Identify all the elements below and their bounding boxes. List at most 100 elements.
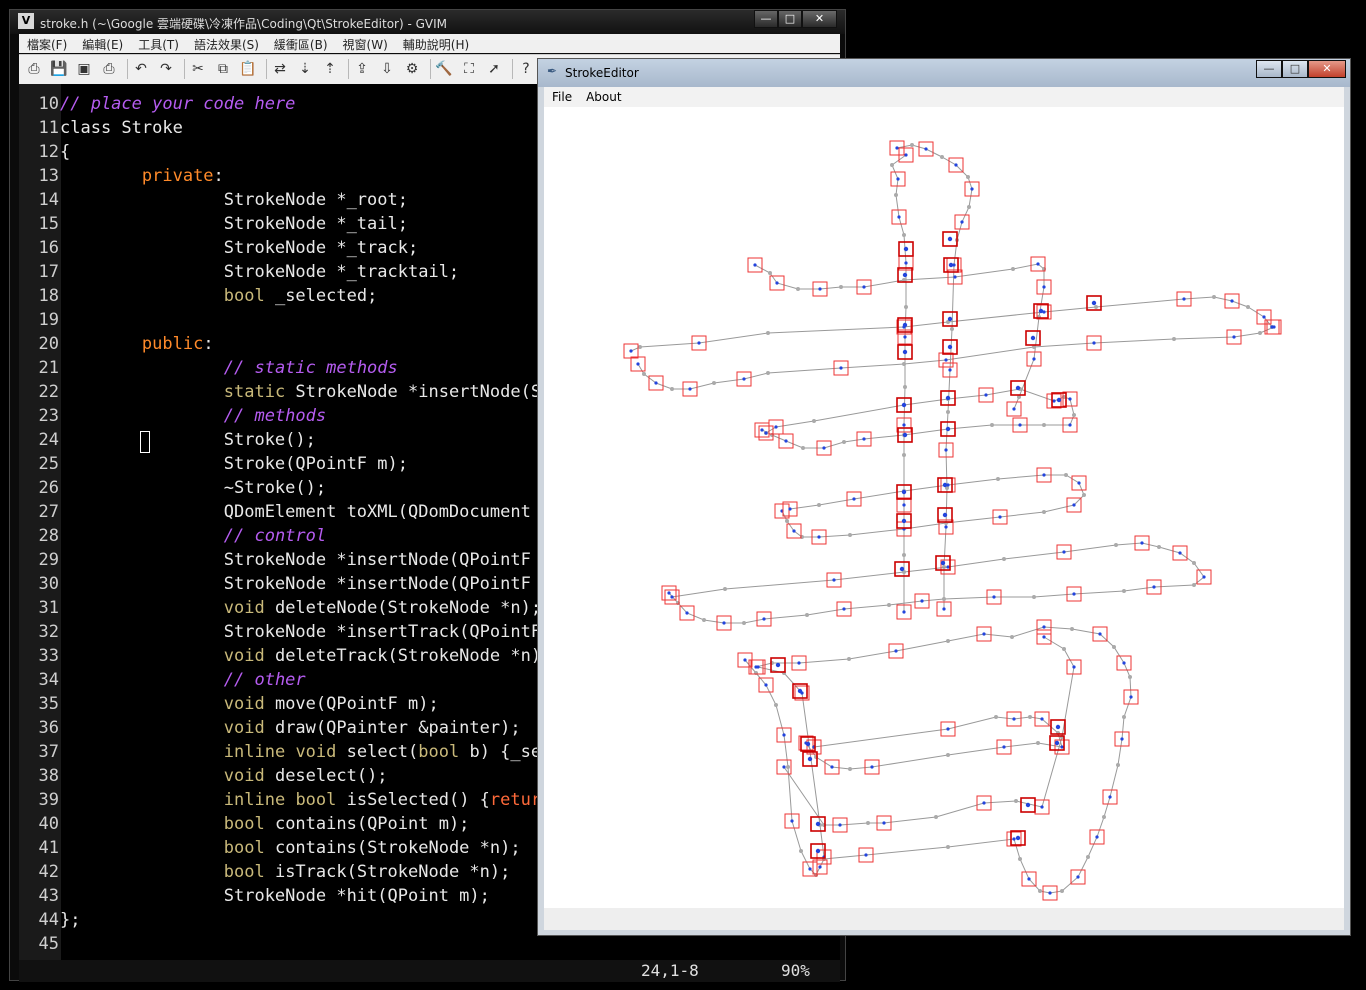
line-number: 38 xyxy=(38,766,59,786)
stroke-path xyxy=(754,263,1045,410)
find-next-icon[interactable]: ⇣ xyxy=(296,60,314,78)
line-number: 36 xyxy=(38,718,59,738)
line-number: 34 xyxy=(38,670,59,690)
node-point xyxy=(1012,717,1016,721)
node-point xyxy=(636,362,640,366)
menu-about[interactable]: About xyxy=(578,87,627,104)
redo-icon[interactable]: ↷ xyxy=(157,60,175,78)
node-point xyxy=(764,683,768,687)
help-icon[interactable]: ? xyxy=(517,60,535,78)
track-point xyxy=(887,603,891,607)
track-point xyxy=(799,849,803,853)
cut-icon[interactable]: ✂ xyxy=(189,60,207,78)
node-point xyxy=(743,658,747,662)
toolbar-separator xyxy=(512,59,513,79)
menu-buffers[interactable]: 緩衝區(B) xyxy=(266,34,335,53)
cursor-position: 24,1-8 xyxy=(641,961,699,980)
code-text: StrokeNode *insertNode(QPointF m xyxy=(60,574,552,594)
paste-icon[interactable]: 📋 xyxy=(239,60,257,78)
make-tags-icon[interactable]: ⛶ xyxy=(460,60,478,78)
track-point xyxy=(1060,889,1064,893)
track-point xyxy=(902,362,906,366)
replace-icon[interactable]: ⇄ xyxy=(271,60,289,78)
ctags-jump-icon[interactable]: ➚ xyxy=(485,60,503,78)
open-icon[interactable]: ⎙ xyxy=(25,60,43,78)
gvim-titlebar[interactable]: V stroke.h (~\Google 雲端硬碟\冷凍作品\Coding\Qt… xyxy=(10,10,845,34)
selected-node-point xyxy=(815,848,821,854)
code-text: QDomElement toXML(QDomDocument & xyxy=(60,502,552,522)
close-button[interactable]: ✕ xyxy=(802,10,837,28)
line-number: 17 xyxy=(38,262,59,282)
selected-node-point xyxy=(1091,300,1097,306)
track-point xyxy=(866,821,870,825)
track-point xyxy=(638,345,642,349)
menu-edit[interactable]: 編輯(E) xyxy=(74,34,130,53)
copy-icon[interactable]: ⧉ xyxy=(214,60,232,78)
menu-help[interactable]: 輔助說明(H) xyxy=(395,34,476,53)
selected-node-point xyxy=(1030,335,1036,341)
menu-tools[interactable]: 工具(T) xyxy=(130,34,186,53)
node-point xyxy=(970,187,974,191)
line-number: 22 xyxy=(38,382,59,402)
track-point xyxy=(801,446,805,450)
track-point xyxy=(817,503,821,507)
run-script-icon[interactable]: ⚙ xyxy=(403,60,421,78)
menu-file[interactable]: File xyxy=(544,87,578,104)
track-point xyxy=(1258,331,1262,335)
node-point xyxy=(762,617,766,621)
track-point xyxy=(902,233,906,237)
code-text: StrokeNode *_tracktail; xyxy=(60,262,460,282)
track-point xyxy=(766,331,770,335)
selected-node-point xyxy=(899,566,905,572)
selected-node-point xyxy=(1054,740,1060,746)
track-point xyxy=(839,285,843,289)
stroke-path xyxy=(781,474,1085,538)
track-point xyxy=(1086,855,1090,859)
stroke-canvas[interactable] xyxy=(544,107,1344,908)
find-prev-icon[interactable]: ⇡ xyxy=(321,60,339,78)
code-text: Stroke(); xyxy=(60,430,316,450)
selected-node-point xyxy=(797,688,803,694)
track-point xyxy=(1112,645,1116,649)
node-point xyxy=(1129,695,1133,699)
node-point xyxy=(942,607,946,611)
line-number: 37 xyxy=(38,742,59,762)
code-text: StrokeNode *hit(QPoint m); xyxy=(60,886,490,906)
minimize-button[interactable]: — xyxy=(754,10,778,28)
node-point xyxy=(764,431,768,435)
save-session-icon[interactable]: ⇩ xyxy=(378,60,396,78)
node-point xyxy=(753,263,757,267)
minimize-button[interactable]: — xyxy=(1256,60,1282,78)
node-point xyxy=(1042,473,1046,477)
node-point xyxy=(998,515,1002,519)
close-button[interactable]: ✕ xyxy=(1308,60,1346,78)
load-session-icon[interactable]: ⇪ xyxy=(353,60,371,78)
save-all-icon[interactable]: ▣ xyxy=(75,60,93,78)
node-point xyxy=(904,261,908,265)
track-point xyxy=(904,305,908,309)
maximize-button[interactable]: □ xyxy=(778,10,802,28)
stroke-editor-titlebar[interactable]: ✒ StrokeEditor — □ ✕ xyxy=(538,59,1350,87)
print-icon[interactable]: ⎙ xyxy=(100,60,118,78)
node-point xyxy=(1032,357,1036,361)
node-point xyxy=(1072,592,1076,596)
menu-file[interactable]: 檔案(F) xyxy=(19,34,74,53)
selected-node-point xyxy=(945,426,951,432)
selected-node-point xyxy=(947,316,953,322)
node-point xyxy=(1232,335,1236,339)
glyph-stroke-drawing[interactable] xyxy=(544,107,1344,908)
save-icon[interactable]: 💾 xyxy=(50,60,68,78)
undo-icon[interactable]: ↶ xyxy=(132,60,150,78)
track-point xyxy=(702,618,706,622)
node-point xyxy=(1012,407,1016,411)
node-point xyxy=(685,611,689,615)
node-point xyxy=(944,525,948,529)
menu-window[interactable]: 視窗(W) xyxy=(335,34,395,53)
make-icon[interactable]: 🔨 xyxy=(435,60,453,78)
line-number: 41 xyxy=(38,838,59,858)
menu-syntax[interactable]: 語法效果(S) xyxy=(186,34,266,53)
node-point xyxy=(960,220,964,224)
stroke-path xyxy=(805,716,1063,770)
track-point xyxy=(1014,799,1018,803)
maximize-button[interactable]: □ xyxy=(1282,60,1308,78)
